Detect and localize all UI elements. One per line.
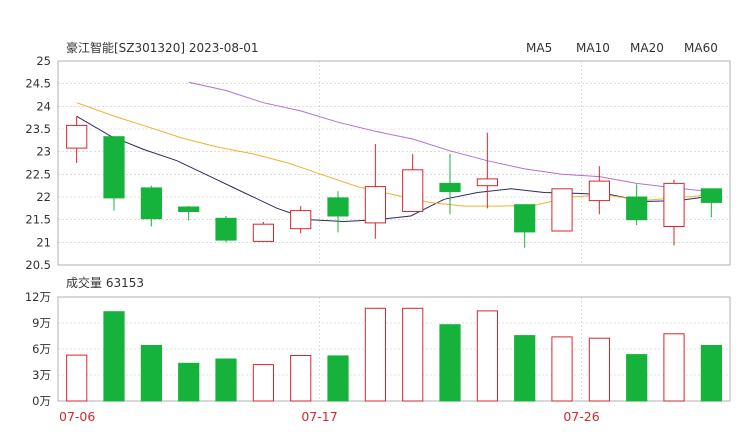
candle [663,179,685,246]
candle [700,188,722,218]
price-tick-label: 23.5 [25,122,51,136]
candlesticks [66,116,722,248]
legend-ma60: MA60 [684,41,718,55]
volume-bar [588,337,610,402]
price-tick-label: 24.5 [25,77,51,91]
candle-body [290,210,312,230]
candle [66,116,88,163]
volume-bar [476,310,498,402]
candle-body [66,124,88,149]
volume-label: 成交量 63153 [66,275,144,290]
candle [402,153,424,213]
candle-body [476,178,498,187]
volume-bar [551,336,573,402]
candle [140,185,163,227]
volume-bar [439,324,461,402]
chart-title: 豪江智能[SZ301320] 2023-08-01 [66,40,259,55]
ma5-line [76,115,712,223]
date-tick-label: 07-06 [59,409,95,424]
volume-bar [215,358,237,402]
volume-bar [364,307,386,402]
volume-bar [663,333,685,402]
candle-body [402,169,424,213]
candle-body [588,180,610,202]
candle-body [364,186,386,224]
candle [626,184,648,226]
candle-body [626,196,648,221]
price-tick-label: 21.5 [25,213,51,227]
legend-ma20: MA20 [630,41,664,55]
candle-body [215,217,237,241]
candle-body [514,204,536,233]
price-frame [57,60,731,266]
candle [588,166,610,215]
volume-bar [290,355,312,402]
date-tick-label: 07-17 [301,409,337,424]
volume-tick-label: 3万 [32,368,51,382]
volume-bar [103,311,125,402]
volume-axis: 12万 9万 6万 3万 0万 [25,290,51,408]
candle [551,188,573,232]
volume-bar [626,354,648,402]
candle [252,221,275,242]
volume-bar [140,345,163,402]
ma10-line [76,102,712,207]
volume-bar [700,345,722,402]
candle-body [140,187,163,220]
volume-bar [178,362,200,402]
legend-ma5: MA5 [526,41,552,55]
volume-bar [327,355,349,402]
volume-bar [402,307,424,402]
volume-bar [514,335,536,402]
candle [103,136,125,211]
chart-canvas: 豪江智能[SZ301320] 2023-08-01 MA5 MA10 MA20 … [25,40,731,424]
volume-tick-label: 6万 [32,342,51,356]
candle-body [252,223,275,242]
price-tick-label: 22.5 [25,167,51,181]
candle-body [700,188,722,203]
candle [514,204,536,248]
price-axis: 25 24.5 24 23.5 23 22.5 22 21.5 21 20.5 [25,54,51,272]
kline-chart: 豪江智能[SZ301320] 2023-08-01 MA5 MA10 MA20 … [0,0,740,440]
legend-ma10: MA10 [576,41,610,55]
candle [215,216,237,243]
candle [364,143,386,239]
candle [290,206,312,234]
price-tick-label: 20.5 [25,258,51,272]
candle-body [663,182,685,227]
price-tick-label: 22 [36,190,51,204]
candle [178,206,200,221]
candle-body [178,206,200,212]
price-tick-label: 24 [36,99,51,113]
volume-tick-label: 12万 [25,290,51,304]
candle-body [327,197,349,217]
volume-bar [66,354,88,402]
candle-body [551,188,573,232]
date-axis: 07-06 07-17 07-26 [59,409,600,424]
volume-tick-label: 9万 [32,316,51,330]
candle-body [103,136,125,199]
price-tick-label: 25 [36,54,51,68]
volume-bar [252,364,275,402]
volume-bars [66,307,722,402]
price-tick-label: 21 [36,235,51,249]
price-tick-label: 23 [36,145,51,159]
volume-tick-label: 0万 [32,394,51,408]
date-tick-label: 07-26 [563,409,599,424]
candle-body [439,182,461,193]
